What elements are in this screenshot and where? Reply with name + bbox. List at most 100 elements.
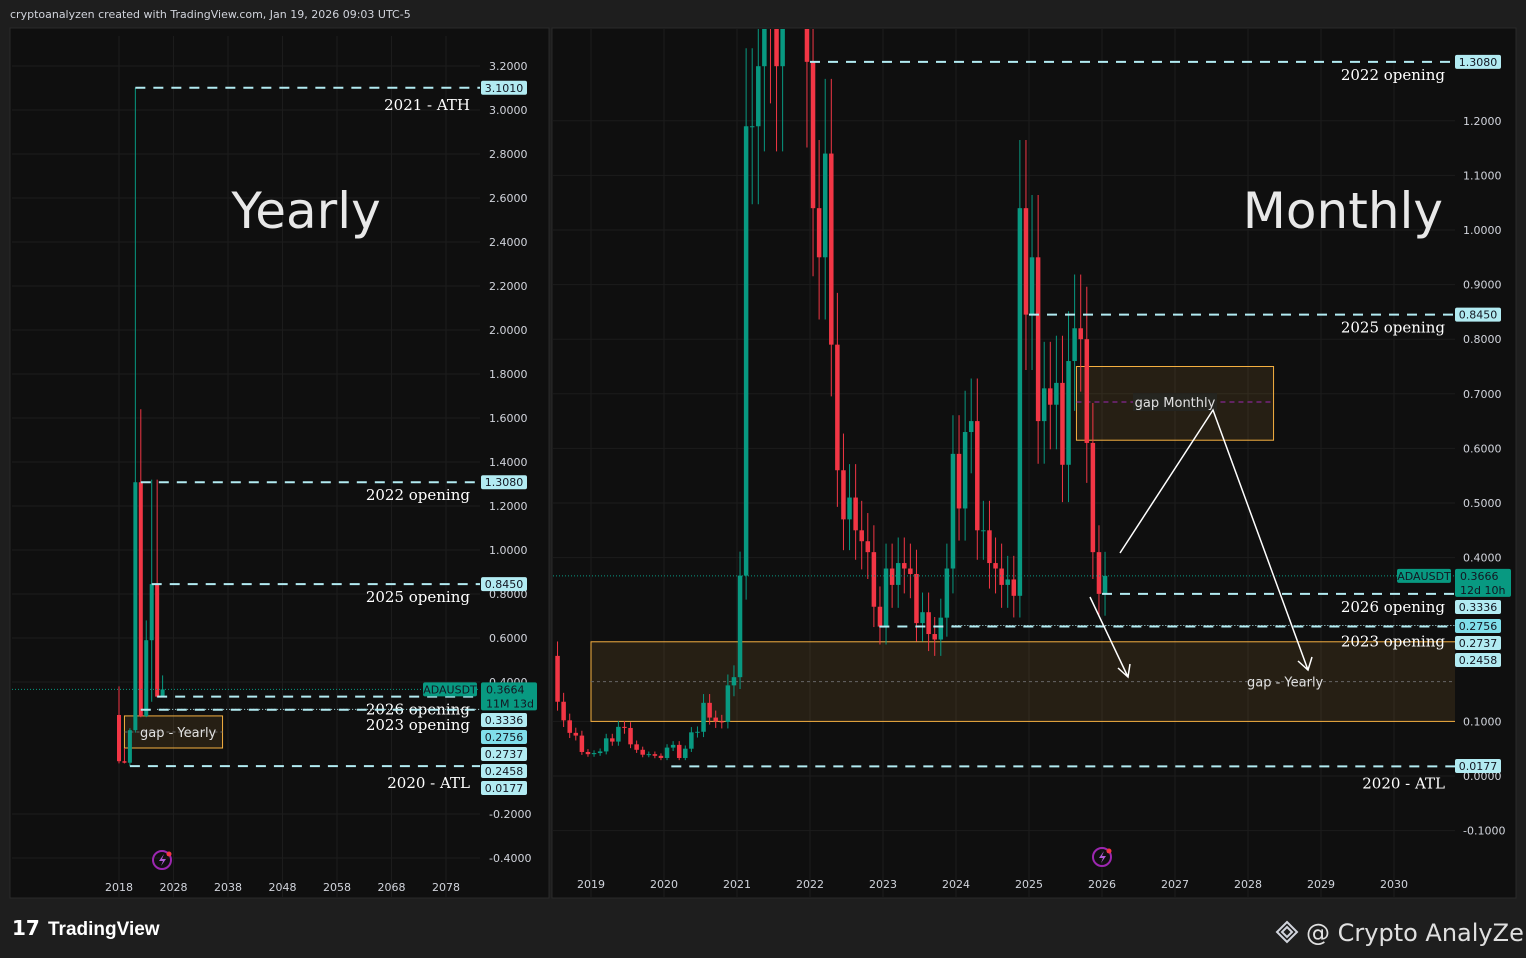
price-tag: 0.2458	[1455, 653, 1501, 667]
y-tick-label: 2.8000	[489, 148, 528, 161]
candle-body	[743, 126, 749, 576]
candle-body	[968, 421, 974, 433]
x-tick-label: 2030	[1380, 878, 1408, 891]
price-tag-text: 0.8450	[1459, 309, 1498, 322]
price-tag-text: 0.3336	[485, 714, 524, 727]
candle-body	[1017, 208, 1023, 596]
candle-body	[658, 755, 664, 758]
level-label: 2020 - ATL	[387, 774, 470, 792]
candle[interactable]	[127, 728, 132, 767]
candle-body	[1048, 388, 1053, 405]
candle[interactable]	[1017, 140, 1023, 618]
y-tick-label: 1.4000	[489, 456, 528, 469]
candle-body	[634, 744, 639, 750]
candle-body	[695, 731, 700, 733]
price-tag-text: 0.2737	[485, 748, 524, 761]
y-tick-label: 0.6000	[489, 632, 528, 645]
candle-body	[962, 432, 968, 509]
candle[interactable]	[743, 48, 749, 600]
x-tick-label: 2048	[269, 881, 297, 894]
candle-body	[841, 470, 846, 520]
candle-body	[816, 208, 822, 258]
candle-body	[822, 153, 828, 258]
price-tag-text: 0.2458	[485, 765, 524, 778]
candle-body	[616, 726, 621, 742]
x-tick-label: 2019	[577, 878, 605, 891]
candle-body	[555, 655, 560, 702]
candle-body	[889, 568, 895, 585]
candle-body	[938, 617, 944, 640]
candle-body	[731, 677, 737, 686]
candle-body	[127, 730, 132, 763]
candle-body	[1102, 575, 1108, 594]
candle-body	[133, 482, 138, 731]
candle-body	[895, 563, 901, 585]
gap-yearly-label: gap - Yearly	[140, 726, 217, 741]
price-tag: 0.3336	[481, 713, 527, 727]
chart-canvas[interactable]: cryptoanalyzen created with TradingView.…	[0, 0, 1526, 958]
candle-body	[883, 568, 889, 627]
candle-body	[1096, 552, 1102, 594]
candle-body	[683, 748, 688, 758]
candle-body	[780, 29, 785, 67]
candle[interactable]	[799, 0, 804, 22]
price-tag-text: 0.0177	[1459, 760, 1498, 773]
candle-body	[737, 575, 743, 678]
candle-body	[999, 568, 1004, 585]
candle-body	[1029, 257, 1035, 315]
lightning-icon-dot	[1106, 848, 1112, 854]
candle-body	[567, 720, 572, 733]
candle-body	[676, 744, 682, 758]
current-price: 0.3666	[1460, 570, 1499, 583]
x-tick-label: 2027	[1161, 878, 1189, 891]
price-tag: 0.8450	[481, 577, 527, 592]
tradingview-logo[interactable]: 17 TradingView	[12, 916, 160, 940]
tradingview-logo-mark: 17	[12, 916, 40, 940]
y-tick-label: 0.7000	[1463, 388, 1502, 401]
price-tag-text: 0.0177	[485, 782, 524, 795]
yearly-panel[interactable]	[9, 27, 550, 899]
candle-body	[859, 530, 864, 542]
candle-body	[926, 612, 931, 635]
level-label: 2023 opening	[1341, 633, 1446, 651]
x-tick-label: 2078	[432, 881, 460, 894]
candle-body	[1060, 382, 1065, 465]
candle-body	[585, 751, 591, 755]
candle-body	[597, 751, 603, 754]
candle-body	[1084, 339, 1090, 443]
candle-body	[122, 761, 127, 763]
monthly-panel[interactable]	[551, 27, 1517, 899]
watermark: @ Crypto AnalyZen	[1275, 919, 1526, 947]
price-tag-text: 0.2756	[1459, 620, 1498, 633]
candle-body	[847, 497, 852, 520]
y-tick-label: 2.6000	[489, 192, 528, 205]
candle-body	[628, 727, 633, 745]
x-tick-label: 2018	[105, 881, 133, 894]
x-tick-label: 2068	[378, 881, 406, 894]
candle-body	[768, 0, 773, 12]
candle-body	[853, 497, 858, 531]
candle-body	[1072, 328, 1077, 362]
level-label: 2022 opening	[1341, 66, 1446, 84]
price-tag: 3.1010	[481, 80, 527, 95]
level-label: 2022 opening	[366, 486, 471, 504]
price-tag-text: 0.3336	[1459, 601, 1498, 614]
y-tick-label: 0.1000	[1463, 715, 1502, 728]
y-tick-label: 0.4000	[1463, 552, 1502, 565]
y-tick-label: 2.0000	[489, 324, 528, 337]
candle-body	[804, 29, 810, 62]
candle-body	[670, 744, 676, 748]
candle-body	[950, 453, 956, 569]
symbol-tag: ADAUSDT	[1397, 570, 1451, 583]
candle-body	[1011, 579, 1017, 596]
candle-body	[993, 563, 998, 569]
candle-body	[810, 61, 816, 209]
y-tick-label: 1.2000	[489, 500, 528, 513]
symbol-tag: ADAUSDT	[423, 683, 477, 696]
level-label: 2026 opening	[1341, 598, 1446, 616]
candle-body	[932, 634, 937, 640]
chart-title: Yearly	[230, 182, 380, 240]
price-tag-text: 0.2756	[485, 731, 524, 744]
chart-title: Monthly	[1243, 182, 1443, 240]
diamond-icon	[1275, 920, 1299, 944]
